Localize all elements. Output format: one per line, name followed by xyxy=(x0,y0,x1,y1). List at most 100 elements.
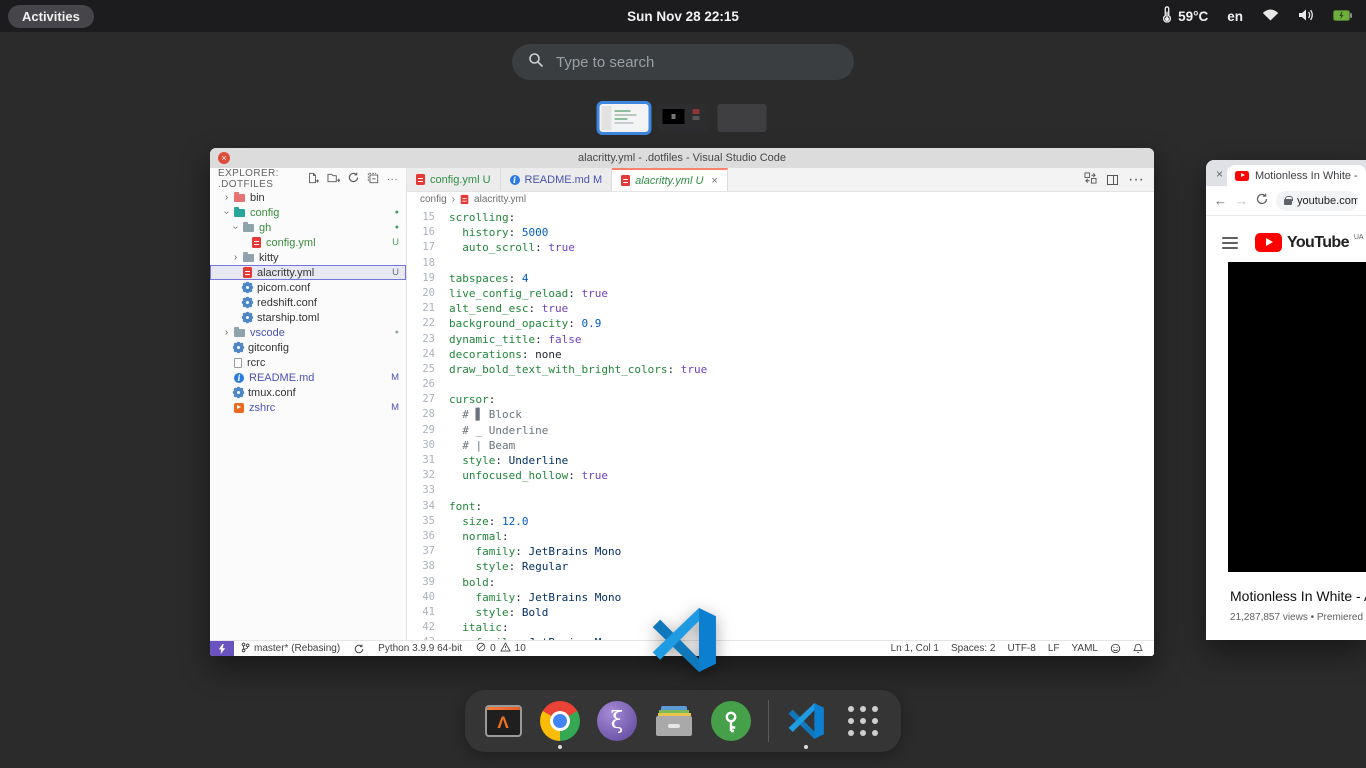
tab-README.md[interactable]: README.md M xyxy=(501,168,613,191)
workspace-thumbnail-3[interactable] xyxy=(718,104,767,132)
tab-label: alacritty.yml U xyxy=(635,175,703,187)
code-line: 30 # | Beam xyxy=(407,438,1154,453)
cursor-position[interactable]: Ln 1, Col 1 xyxy=(885,641,945,656)
explorer-item-redshift.conf[interactable]: redshift.conf xyxy=(210,295,406,310)
editor-more-actions-icon[interactable]: ··· xyxy=(1128,171,1144,189)
tab-close-icon[interactable]: × xyxy=(1216,167,1223,181)
vscode-window[interactable]: × alacritty.yml - .dotfiles - Visual Stu… xyxy=(210,148,1154,656)
address-bar[interactable]: youtube.com/wa xyxy=(1276,191,1358,211)
line-number: 29 xyxy=(407,423,449,438)
explorer-item-config[interactable]: ›config● xyxy=(210,205,406,220)
chrome-active-tab[interactable]: Motionless In White - xyxy=(1227,165,1366,186)
code-line: 34font: xyxy=(407,499,1154,514)
dock-app-grid[interactable] xyxy=(843,701,883,741)
breadcrumb-folder[interactable]: config xyxy=(420,194,447,205)
indentation[interactable]: Spaces: 2 xyxy=(945,641,1001,656)
video-player[interactable] xyxy=(1228,262,1366,572)
explorer-item-README.md[interactable]: README.mdM xyxy=(210,370,406,385)
menu-icon[interactable] xyxy=(1222,237,1238,249)
sync-icon[interactable] xyxy=(347,641,371,656)
remote-indicator[interactable] xyxy=(210,641,234,656)
new-folder-icon[interactable] xyxy=(327,172,340,187)
keyboard-layout[interactable]: en xyxy=(1227,9,1243,24)
dock-keepassxc[interactable] xyxy=(711,701,751,741)
new-file-icon[interactable] xyxy=(307,172,319,187)
yaml-icon xyxy=(243,267,252,278)
breadcrumb-file[interactable]: alacritty.yml xyxy=(474,194,526,205)
dock-files[interactable] xyxy=(654,701,694,741)
explorer-item-zshrc[interactable]: zshrcM xyxy=(210,400,406,415)
back-icon[interactable]: ← xyxy=(1214,193,1227,208)
volume-icon[interactable] xyxy=(1298,8,1314,25)
language-mode[interactable]: YAML xyxy=(1066,641,1105,656)
workspace-thumbnail-2[interactable] xyxy=(659,104,708,132)
dock-chrome[interactable] xyxy=(540,701,580,741)
code-line: 22background_opacity: 0.9 xyxy=(407,316,1154,331)
explorer-item-vscode[interactable]: ›vscode● xyxy=(210,325,406,340)
explorer-item-gh[interactable]: ›gh● xyxy=(210,220,406,235)
compare-changes-icon[interactable] xyxy=(1084,171,1097,189)
tab-alacritty.yml[interactable]: alacritty.yml U × xyxy=(612,168,728,191)
youtube-region: UA xyxy=(1354,234,1364,241)
more-actions-icon[interactable]: ··· xyxy=(387,174,398,185)
explorer-item-tmux.conf[interactable]: tmux.conf xyxy=(210,385,406,400)
running-indicator xyxy=(558,745,562,749)
chrome-window[interactable]: × Motionless In White - ← → youtube.com/… xyxy=(1206,160,1366,640)
refresh-icon[interactable] xyxy=(348,172,359,186)
line-number: 32 xyxy=(407,468,449,483)
encoding[interactable]: UTF-8 xyxy=(1001,641,1041,656)
chevron-right-icon: › xyxy=(231,253,240,262)
tab-label: README.md M xyxy=(525,174,603,186)
close-button[interactable]: × xyxy=(218,152,230,164)
explorer-item-label: vscode xyxy=(250,327,285,339)
explorer-item-config.yml[interactable]: config.ymlU xyxy=(210,235,406,250)
split-editor-icon[interactable] xyxy=(1107,175,1118,185)
breadcrumb[interactable]: config › alacritty.yml xyxy=(407,192,1154,207)
clock[interactable]: Sun Nov 28 22:15 xyxy=(627,0,739,32)
collapse-all-icon[interactable] xyxy=(367,172,379,187)
notifications-bell-icon[interactable] xyxy=(1127,641,1149,656)
explorer-item-alacritty.yml[interactable]: alacritty.ymlU xyxy=(210,265,406,280)
code-line: 36 normal: xyxy=(407,529,1154,544)
chrome-tab-title: Motionless In White - xyxy=(1255,170,1358,182)
eol-sequence[interactable]: LF xyxy=(1042,641,1066,656)
yaml-icon xyxy=(416,174,425,185)
search-bar[interactable] xyxy=(512,44,854,80)
code-editor[interactable]: 15scrolling:16 history: 500017 auto_scro… xyxy=(407,207,1154,640)
explorer-item-label: config.yml xyxy=(266,237,316,249)
activities-button[interactable]: Activities xyxy=(8,5,94,28)
dock-emacs[interactable]: ξ xyxy=(597,701,637,741)
explorer-item-picom.conf[interactable]: picom.conf xyxy=(210,280,406,295)
forward-icon[interactable]: → xyxy=(1235,193,1248,208)
code-line: 21alt_send_esc: true xyxy=(407,301,1154,316)
problems-status[interactable]: 0 10 xyxy=(469,641,533,656)
workspace-thumbnail-1[interactable] xyxy=(600,104,649,132)
system-tray[interactable]: 59°C en xyxy=(1162,0,1352,32)
battery-icon[interactable] xyxy=(1333,9,1352,24)
git-status-badge: U xyxy=(392,267,399,278)
line-number: 39 xyxy=(407,575,449,590)
explorer-item-kitty[interactable]: ›kitty xyxy=(210,250,406,265)
tab-config.yml[interactable]: config.yml U xyxy=(407,168,501,191)
chrome-tab-strip: × Motionless In White - xyxy=(1206,160,1366,186)
explorer-item-label: gh xyxy=(259,222,271,234)
dock-alacritty[interactable]: Λ xyxy=(483,701,523,741)
explorer-item-bin[interactable]: ›bin xyxy=(210,190,406,205)
chrome-toolbar: ← → youtube.com/wa xyxy=(1206,186,1366,216)
dock-vscode[interactable] xyxy=(786,701,826,741)
youtube-logo[interactable]: YouTube UA xyxy=(1255,233,1364,252)
search-input[interactable] xyxy=(556,54,838,71)
code-line: 29 # _ Underline xyxy=(407,423,1154,438)
feedback-icon[interactable] xyxy=(1104,641,1127,656)
reload-icon[interactable] xyxy=(1256,192,1268,210)
explorer-item-label: rcrc xyxy=(247,357,265,369)
python-interpreter[interactable]: Python 3.9.9 64-bit xyxy=(371,641,469,656)
git-branch-status[interactable]: master* (Rebasing) xyxy=(234,641,347,656)
code-line: 39 bold: xyxy=(407,575,1154,590)
explorer-item-gitconfig[interactable]: gitconfig xyxy=(210,340,406,355)
explorer-item-starship.toml[interactable]: starship.toml xyxy=(210,310,406,325)
wifi-icon[interactable] xyxy=(1262,8,1279,24)
tab-close-icon[interactable]: × xyxy=(711,175,717,187)
explorer-item-rcrc[interactable]: rcrc xyxy=(210,355,406,370)
code-line: 27cursor: xyxy=(407,392,1154,407)
